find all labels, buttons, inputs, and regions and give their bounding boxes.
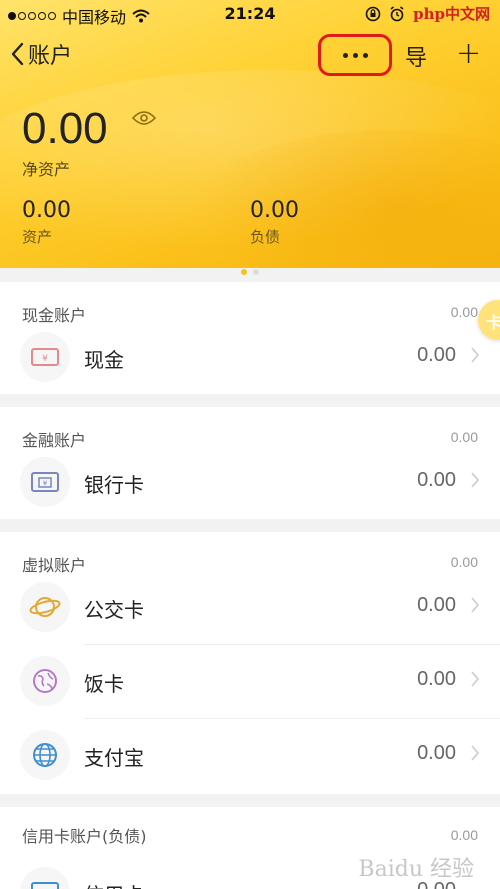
account-amount: 0.00 — [417, 469, 456, 491]
account-row-bank-card[interactable]: ¥ 银行卡 0.00 — [0, 445, 500, 519]
net-assets-value: 0.00 — [22, 104, 108, 153]
account-name: 信用卡 — [84, 879, 144, 889]
account-amount: 0.00 — [417, 594, 456, 616]
planet-icon — [20, 582, 70, 632]
add-account-button[interactable]: + — [456, 36, 481, 71]
nav-bar: 账户 导 + — [0, 30, 500, 80]
account-name: 现金 — [84, 348, 124, 372]
export-button[interactable]: 导 — [405, 40, 427, 72]
globe-icon — [20, 730, 70, 780]
chevron-right-icon — [471, 597, 480, 613]
cash-icon: ¥ — [20, 332, 70, 382]
more-button[interactable] — [318, 34, 392, 76]
section-total: 0.00 — [450, 554, 478, 570]
account-row-alipay[interactable]: 支付宝 0.00 — [0, 718, 500, 792]
net-assets-label: 净资产 — [22, 160, 71, 179]
page-dot — [253, 269, 259, 275]
page-dot-active — [241, 269, 247, 275]
account-row-transit-card[interactable]: 公交卡 0.00 — [0, 570, 500, 644]
account-amount: 0.00 — [417, 742, 456, 764]
eye-icon[interactable] — [132, 110, 156, 126]
back-label: 账户 — [28, 44, 73, 69]
svg-text:¥: ¥ — [42, 354, 48, 364]
credit-card-icon — [20, 867, 70, 889]
liabilities-value: 0.00 — [250, 198, 299, 223]
account-name: 饭卡 — [84, 672, 124, 696]
section-total: 0.00 — [450, 429, 478, 445]
bank-card-icon: ¥ — [20, 457, 70, 507]
svg-text:¥: ¥ — [43, 480, 48, 488]
account-name: 支付宝 — [84, 746, 144, 770]
section-total: 0.00 — [450, 304, 478, 320]
more-dots-icon — [342, 52, 368, 58]
chevron-right-icon — [471, 472, 480, 488]
account-name: 公交卡 — [84, 598, 144, 622]
account-header: 中国移动 21:24 php中文网 账户 导 + 0.00 净资产 0.00 资… — [0, 0, 500, 268]
section-virtual-accounts: 虚拟账户 0.00 公交卡 0.00 饭卡 0.00 支付宝 0.00 — [0, 532, 500, 794]
account-amount: 0.00 — [417, 344, 456, 366]
account-row-cash[interactable]: ¥ 现金 0.00 — [0, 320, 500, 394]
section-finance-accounts: 金融账户 0.00 ¥ 银行卡 0.00 — [0, 407, 500, 519]
chevron-right-icon — [471, 347, 480, 363]
account-row-meal-card[interactable]: 饭卡 0.00 — [0, 644, 500, 718]
back-button[interactable]: 账户 — [10, 38, 72, 70]
chevron-right-icon — [471, 745, 480, 761]
liabilities-label: 负债 — [250, 228, 281, 246]
globe-food-icon — [20, 656, 70, 706]
assets-label: 资产 — [22, 228, 53, 246]
baidu-watermark: Baidu 经验 — [358, 857, 474, 882]
rotation-lock-icon — [365, 6, 381, 21]
page-indicator — [0, 269, 500, 275]
side-tab-label: 卡 — [486, 313, 500, 332]
assets-value: 0.00 — [22, 198, 71, 223]
section-title: 信用卡账户(负债) — [22, 827, 147, 846]
account-amount: 0.00 — [417, 668, 456, 690]
account-name: 银行卡 — [84, 473, 144, 497]
status-bar: 中国移动 21:24 php中文网 — [0, 0, 500, 28]
section-total: 0.00 — [450, 827, 478, 843]
chevron-right-icon — [471, 671, 480, 687]
site-watermark-badge: php中文网 — [413, 5, 490, 23]
section-cash-accounts: 现金账户 0.00 ¥ 现金 0.00 — [0, 282, 500, 394]
alarm-icon — [390, 5, 404, 21]
chevron-left-icon — [11, 42, 24, 66]
